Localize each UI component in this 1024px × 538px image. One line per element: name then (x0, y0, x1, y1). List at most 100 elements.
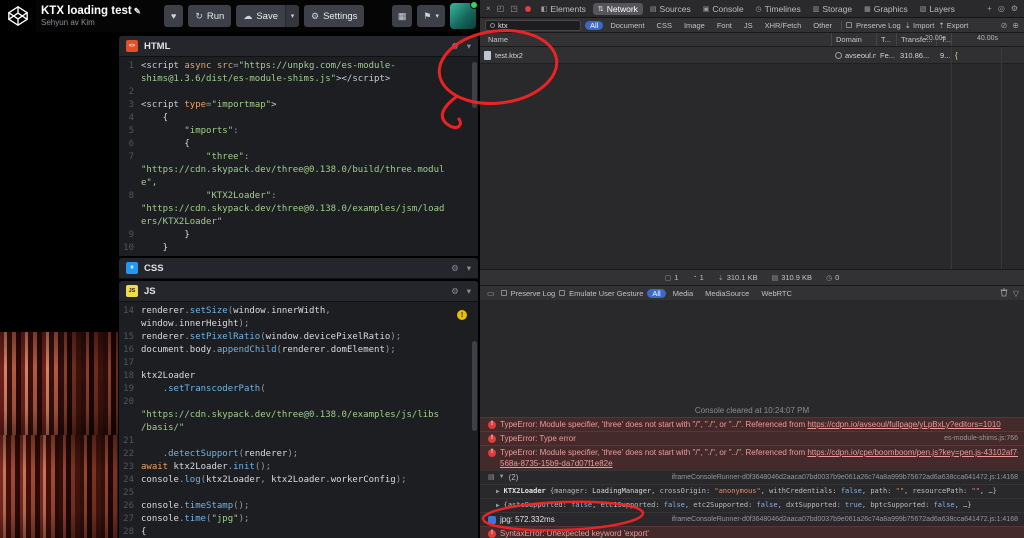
emulate-user-gesture-checkbox[interactable] (559, 290, 566, 296)
css-editor-header[interactable]: # CSS ⚙ ▾ (119, 258, 478, 279)
settings-button[interactable]: ⚙ Settings (303, 5, 365, 27)
error-icon: ! (488, 434, 496, 443)
like-button[interactable]: ♥ (164, 5, 184, 27)
devtools-tab-storage[interactable]: ▥ Storage (808, 3, 857, 15)
run-button[interactable]: ↻ Run (188, 5, 232, 27)
request-time: 9... (940, 50, 951, 60)
network-request-row[interactable]: test.ktx2 avseoul.n... Fe... 310.86... 9… (480, 47, 1024, 64)
disclosure-open-icon[interactable]: ▼ (499, 472, 505, 483)
disclosure-closed-icon[interactable]: ▶ (496, 486, 500, 497)
network-filter-xhr-fetch[interactable]: XHR/Fetch (760, 21, 807, 30)
console-filter-mediasource[interactable]: MediaSource (700, 289, 754, 298)
code-line: 16 document.body.appendChild(renderer.dom… (119, 344, 478, 357)
network-filter-document[interactable]: Document (605, 21, 649, 30)
clear-console-icon[interactable] (1000, 288, 1008, 299)
console-message-error[interactable]: ! TypeError: Module specifier, 'three' do… (480, 417, 1024, 431)
console-filter-all[interactable]: All (647, 288, 666, 298)
import-button[interactable]: ⇣ Import (905, 21, 935, 30)
console-source-link[interactable]: https://cdpn.io/cpe/boomboom/pen.js?key=… (807, 448, 1018, 457)
devtools-tab-timelines[interactable]: ◷ Timelines (751, 3, 806, 15)
console-message-object[interactable]: ▶ {astcSupported: false, etc1Supported: f… (480, 498, 1024, 512)
console-message-error[interactable]: ! TypeError: Module specifier, 'three' do… (480, 445, 1024, 470)
devtools-tab-network[interactable]: ⇅ Network (592, 2, 643, 15)
html-editor-scrollbar[interactable] (472, 62, 477, 108)
js-editor-scrollbar[interactable] (472, 341, 477, 431)
disclosure-closed-icon[interactable]: ▶ (496, 500, 500, 511)
console-message-error[interactable]: ! SyntaxError: Unexpected keyword 'export… (480, 526, 1024, 538)
network-filter-font[interactable]: Font (712, 21, 737, 30)
issues-badge[interactable] (524, 5, 531, 12)
import-icon: ⇣ (904, 20, 911, 30)
disable-cache-icon[interactable]: ⊘ (1001, 21, 1008, 30)
search-icon[interactable]: ◎ (996, 4, 1007, 13)
console-filter-funnel-icon[interactable]: ▽ (1013, 289, 1019, 298)
export-button[interactable]: ⇡ Export (938, 21, 968, 30)
console-message-time[interactable]: jpg: 572.332ms iframeConsoleRunner-d0f364… (480, 512, 1024, 526)
save-dropdown-button[interactable]: ▾ (284, 5, 299, 27)
graphics-tab-icon: ▦ (864, 5, 871, 13)
line-number: 22 (123, 449, 134, 459)
console-source-link[interactable]: 568a-8735-15b9-da7d07f1e82e (500, 459, 613, 468)
source-location[interactable]: es-module-shims.js:766 (936, 433, 1018, 444)
network-filter-all[interactable]: All (585, 20, 604, 30)
devtools-tab-graphics[interactable]: ▦ Graphics (859, 3, 913, 15)
dock-bottom-icon[interactable]: ◳ (508, 4, 520, 13)
save-button[interactable]: ☁ Save (236, 5, 285, 27)
code-line: 27 console.time("jpg"); (119, 513, 478, 526)
js-editor-header[interactable]: JS JS ⚙ ▾ (119, 281, 478, 302)
devtools-tab-sources[interactable]: ▤ Sources (645, 3, 696, 15)
source-location[interactable]: iframeConsoleRunner-d0f3648046d2aaca07bd… (664, 472, 1018, 483)
js-editor-collapse-icon[interactable]: ▾ (467, 286, 471, 297)
console-filter-webrtc[interactable]: WebRTC (756, 289, 797, 298)
js-code-area[interactable]: 14 renderer.setSize(window.innerWidth, win… (119, 302, 478, 538)
network-conditions-icon[interactable]: ⊕ (1012, 21, 1019, 30)
devtools-tab-console[interactable]: ▣ Console (698, 3, 749, 15)
run-label: Run (206, 10, 225, 22)
console-filter-media[interactable]: Media (668, 289, 698, 298)
console-message-error[interactable]: ! TypeError: Type error es-module-shims.js… (480, 431, 1024, 445)
pin-button[interactable]: ⚑ ▾ (417, 5, 445, 27)
code-line: 20 (119, 396, 478, 409)
dock-left-icon[interactable]: ◰ (495, 4, 507, 13)
network-filter-input[interactable]: ktx (485, 19, 581, 31)
error-text: TypeError: Type error (500, 434, 576, 443)
lint-warning-icon[interactable]: ! (457, 310, 467, 320)
layout-button[interactable]: ▦ (391, 5, 413, 27)
tab-label: Elements (550, 3, 586, 14)
devtools-close-icon[interactable]: × (484, 4, 493, 13)
devtools-tabs: ◧ Elements ⇅ Network ▤ Sources ▣ Console ◷ Timeli… (536, 2, 960, 15)
console-preserve-log-checkbox[interactable] (500, 290, 507, 296)
css-editor-collapse-icon[interactable]: ▾ (467, 263, 471, 274)
html-code-area[interactable]: 1 <script async src="https://unpkg.com/es… (119, 57, 478, 255)
js-editor-gear-icon[interactable]: ⚙ (451, 286, 459, 297)
network-filter-css[interactable]: CSS (652, 21, 677, 30)
header-right-cluster: ▦ ⚑ ▾ (391, 1, 478, 29)
network-preserve-log-checkbox[interactable] (846, 22, 853, 28)
new-tab-icon[interactable]: + (985, 4, 994, 13)
network-toolbar: ktx All Document CSS Image Font JS XHR/Fetch Ot… (480, 18, 1024, 33)
elements-tab-icon: ◧ (540, 5, 548, 13)
html-editor-header[interactable]: <> HTML ⚙ ▾ (119, 36, 478, 57)
line-number (119, 318, 141, 331)
network-filter-js[interactable]: JS (739, 21, 758, 30)
avatar[interactable] (450, 1, 478, 29)
screen: KTX loading test ✎ Sehyun av Kim ♥ ↻ Run ☁… (0, 0, 1024, 538)
column-name[interactable]: Name (480, 33, 831, 46)
column-domain[interactable]: Domain (831, 33, 876, 46)
devtools-tab-layers[interactable]: ▧ Layers (915, 3, 960, 15)
console-message-group[interactable]: ▤ ▼ (2) iframeConsoleRunner-d0f3648046d2aac… (480, 470, 1024, 484)
console-source-link[interactable]: https://cdpn.io/avseoul/fullpage/yLpBxLy… (807, 420, 1000, 429)
html-editor-gear-icon[interactable]: ⚙ (451, 41, 459, 52)
console-message-object[interactable]: ▶ KTX2Loader {manager: LoadingManager, cr… (480, 484, 1024, 498)
html-editor-collapse-icon[interactable]: ▾ (467, 41, 471, 52)
devtools-tab-elements[interactable]: ◧ Elements (536, 3, 591, 15)
css-editor-gear-icon[interactable]: ⚙ (451, 263, 459, 274)
network-filter-image[interactable]: Image (679, 21, 710, 30)
inspector-settings-icon[interactable]: ⚙ (1009, 4, 1020, 13)
edit-pencil-icon[interactable]: ✎ (134, 6, 141, 16)
network-filter-other[interactable]: Other (808, 21, 837, 30)
codepen-logo-icon[interactable] (0, 0, 36, 32)
source-location[interactable]: iframeConsoleRunner-d0f3648046d2aaca07bd… (664, 514, 1018, 525)
console-panel-icon[interactable]: ▭ (485, 289, 497, 298)
column-type[interactable]: T... (876, 33, 896, 46)
